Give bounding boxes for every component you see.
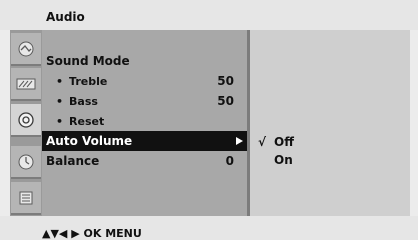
option-on[interactable]: On <box>258 151 293 169</box>
time-icon[interactable] <box>11 146 41 179</box>
menu-item-reset[interactable]: Reset <box>46 111 242 131</box>
menu-item-value: 50 <box>217 94 234 108</box>
option-label: On <box>274 153 293 167</box>
menu-item-label: Bass <box>46 95 194 108</box>
page-title: Audio <box>46 10 85 24</box>
menu-item-treble[interactable]: Treble 50 <box>46 71 242 91</box>
setup-icon[interactable] <box>11 68 41 101</box>
menu-item-sound-mode[interactable]: Sound Mode <box>46 51 242 71</box>
menu-item-label: Auto Volume <box>46 134 133 148</box>
option-label: Off <box>274 135 294 149</box>
menu-item-auto-volume[interactable]: Auto Volume <box>42 131 247 151</box>
audio-icon[interactable] <box>11 104 41 137</box>
menu-item-label: Sound Mode <box>46 54 130 68</box>
menu-item-label: Treble <box>46 75 194 88</box>
arrow-right-icon <box>236 137 243 145</box>
auto-volume-submenu <box>250 30 410 216</box>
picture-icon[interactable] <box>11 33 41 66</box>
menu-item-balance[interactable]: Balance 0 <box>46 151 242 171</box>
option-off[interactable]: √ Off <box>258 133 294 151</box>
menu-item-value: 50 <box>217 74 234 88</box>
menu-item-label: Balance <box>46 154 100 168</box>
menu-item-bass[interactable]: Bass 50 <box>46 91 242 111</box>
check-icon: √ <box>258 135 267 149</box>
menu-item-label: Reset <box>46 115 194 128</box>
menu-item-value: 0 <box>225 154 234 168</box>
navigation-hint: ▲▼◀ ▶ OK MENU <box>42 227 142 240</box>
option-icon[interactable] <box>11 182 41 215</box>
